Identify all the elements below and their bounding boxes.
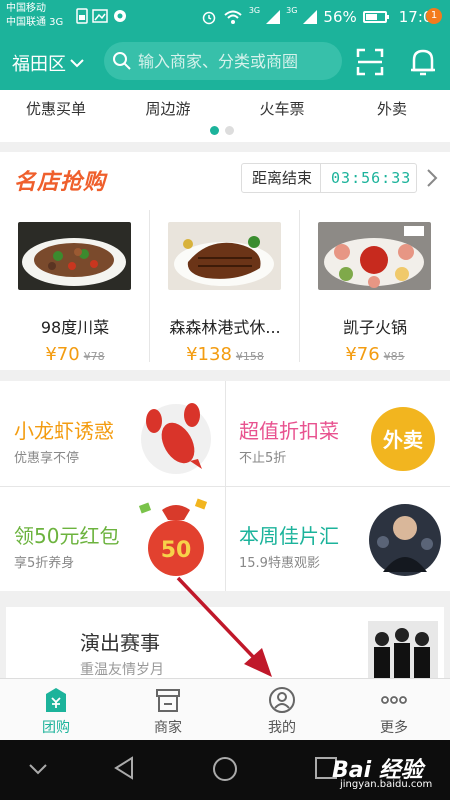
search-icon [113,52,131,70]
promo-subtitle: 不止5折 [239,451,287,466]
alarm-icon [202,11,216,25]
divider [225,381,226,591]
food-image-sichuan [18,222,131,290]
signal-icon [266,10,281,24]
tab-label: 我的 [268,720,296,736]
tab-groupbuy[interactable]: 团购 [0,679,112,741]
tab-label: 更多 [380,720,408,736]
store-card[interactable]: 森森林港式休... ¥138 ¥158 [150,210,300,370]
store-old-price: ¥78 [83,350,105,363]
app-notification-icon [114,10,126,22]
groupbuy-icon [46,688,66,712]
promo-movies[interactable]: 本周佳片汇 15.9特惠观影 [225,486,450,591]
chevron-down-icon [70,59,84,68]
tab-label: 团购 [42,720,70,736]
user-icon [269,687,295,713]
promo-crayfish[interactable]: 小龙虾诱惑 优惠享不停 [0,381,225,486]
promo-subtitle: 享5折养身 [14,556,75,571]
bottom-tab-bar: 团购 商家 我的 更多 [0,678,450,740]
signal-icon-2 [303,10,318,24]
home-icon[interactable] [210,754,240,784]
store-price-row: ¥70 ¥78 [0,344,150,365]
image-icon [92,9,108,23]
red-packet-icon: 50 [138,498,208,576]
city-selector[interactable]: 福田区 [12,50,84,76]
store-name: 森森林港式休... [169,318,281,337]
store-icon [156,689,180,712]
city-label: 福田区 [12,54,66,75]
promo-title: 本周佳片汇 [239,524,339,548]
notification-badge: 1 [426,8,442,24]
tab-mine[interactable]: 我的 [226,679,338,741]
promo-subtitle: 优惠享不停 [14,451,80,466]
store-price-row: ¥76 ¥85 [300,344,450,365]
store-price: ¥70 [45,344,80,365]
category-row: 优惠买单 周边游 火车票 外卖 [0,90,450,142]
page-dot-active [210,126,219,135]
promo-discount-dishes[interactable]: 超值折扣菜 不止5折 外卖 [225,381,450,486]
store-price: ¥138 [186,344,232,365]
countdown-timer: 03:56:33 [331,169,412,187]
page-indicator [210,126,234,135]
promo-subtitle: 15.9特惠观影 [239,556,320,571]
famous-store-section: 名店抢购 距离结束 03:56:33 98度川菜 ¥70 ¥78 森森林港式休..… [0,152,450,370]
countdown-box: 距离结束 03:56:33 [241,163,417,193]
status-bar: 中国移动 中国联通 3G 3G 3G 56% 17:03 [0,0,450,34]
promo-grid: 小龙虾诱惑 优惠享不停 超值折扣菜 不止5折 外卖 领50元红包 享5折养身 5… [0,381,450,591]
store-price-row: ¥138 ¥158 [150,344,300,365]
back-icon[interactable] [112,754,136,782]
show-subtitle: 重温友情岁月 [80,662,164,678]
famous-store-title: 名店抢购 [14,170,107,195]
battery-percent: 56% [323,8,357,26]
chevron-down-icon[interactable] [28,762,48,776]
search-input[interactable] [138,51,338,71]
store-name: 98度川菜 [40,318,110,337]
search-box[interactable] [104,42,342,80]
chevron-right-icon[interactable] [426,168,438,188]
food-image-hotpot [318,222,431,290]
carrier-label: 中国移动 [6,3,46,14]
category-item[interactable]: 优惠买单 [6,98,106,119]
sim-icon [76,8,88,24]
red-packet-amount: 50 [161,538,192,563]
app-header: 福田区 [0,34,450,90]
page-dot [225,126,234,135]
band-photo-icon [368,621,438,683]
store-card[interactable]: 凯子火锅 ¥76 ¥85 [300,210,450,370]
tab-label: 商家 [154,720,182,736]
store-price: ¥76 [345,344,380,365]
category-item[interactable]: 周边游 [118,98,218,119]
battery-icon [362,11,389,23]
countdown-label: 距离结束 [242,164,322,192]
store-name: 凯子火锅 [342,318,407,337]
show-title: 演出赛事 [80,631,160,655]
wifi-icon [224,10,242,24]
more-icon [381,696,407,704]
movie-poster-icon [369,504,441,576]
show-banner-section: 演出赛事 重温友情岁月 [0,601,450,683]
promo-title: 小龙虾诱惑 [14,419,114,443]
category-item[interactable]: 火车票 [232,98,332,119]
crayfish-icon [141,403,211,474]
tab-more[interactable]: 更多 [338,679,450,741]
carrier-label-2: 中国联通 3G [6,17,64,28]
status-right: 3G 3G 56% 17:03 [201,6,442,28]
takeout-badge-icon: 外卖 [371,407,435,471]
network-type-2: 3G [286,6,298,15]
tab-merchants[interactable]: 商家 [112,679,224,741]
store-card[interactable]: 98度川菜 ¥70 ¥78 [0,210,150,370]
category-item[interactable]: 外卖 [342,98,442,119]
takeout-badge-label: 外卖 [383,428,423,452]
store-old-price: ¥158 [235,350,264,363]
bell-icon[interactable] [408,46,438,78]
promo-title: 领50元红包 [14,524,120,548]
scan-icon[interactable] [356,48,384,76]
network-type-1: 3G [248,6,261,15]
food-image-steak [168,222,281,290]
promo-red-packet[interactable]: 领50元红包 享5折养身 50 [0,486,225,591]
store-old-price: ¥85 [383,350,405,363]
promo-title: 超值折扣菜 [239,419,339,443]
watermark-url: jingyan.baidu.com [340,779,433,790]
